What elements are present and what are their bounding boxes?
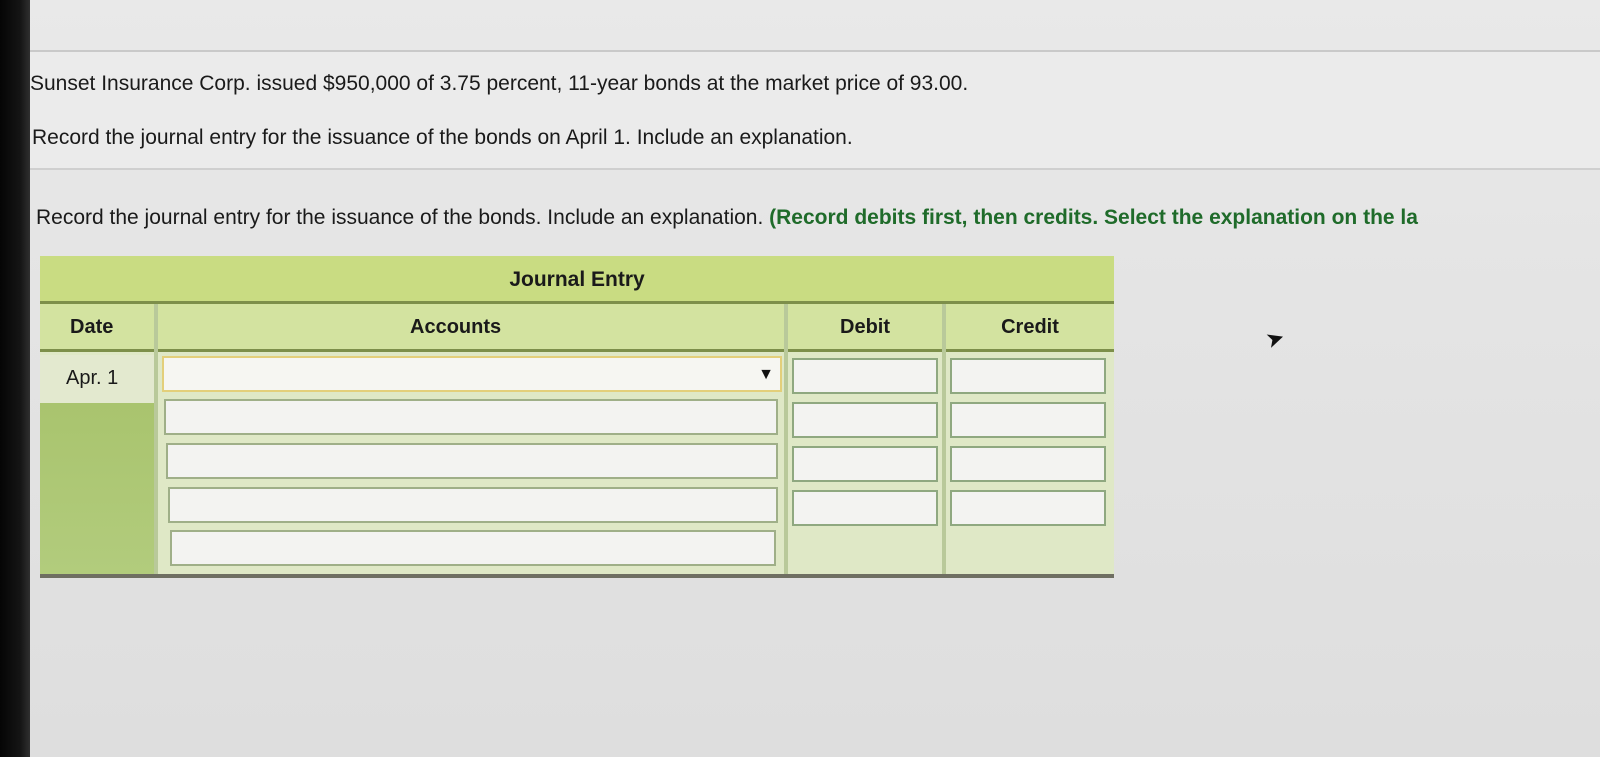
instruction-highlight: (Record debits first, then credits. Sele…: [769, 206, 1418, 229]
account-input-row-2[interactable]: [164, 399, 778, 435]
column-separator: [942, 304, 946, 578]
debit-input-row-3[interactable]: [792, 446, 938, 482]
header-accounts: Accounts: [158, 304, 784, 352]
credit-input-row-2[interactable]: [950, 402, 1106, 438]
mouse-pointer-icon: ➤: [1262, 323, 1288, 354]
instruction-text: Record the journal entry for the issuanc…: [36, 206, 1418, 230]
journal-entry-table: Journal Entry Date Accounts Debit Credit…: [40, 256, 1114, 578]
account-select-row-1[interactable]: ▼: [162, 356, 782, 392]
header-credit: Credit: [946, 304, 1114, 352]
header-debit: Debit: [788, 304, 942, 352]
column-separator: [154, 304, 158, 578]
column-separator: [784, 304, 788, 578]
journal-title: Journal Entry: [40, 256, 1114, 304]
entry-date: Apr. 1: [66, 367, 119, 389]
monitor-bezel: [0, 0, 34, 757]
table-bottom-border: [40, 574, 1114, 578]
credit-input-row-1[interactable]: [950, 358, 1106, 394]
triangle-down-icon[interactable]: ▼: [758, 366, 774, 384]
question-panel: Sunset Insurance Corp. issued $950,000 o…: [30, 52, 1600, 170]
question-task: Record the journal entry for the issuanc…: [32, 126, 853, 149]
instruction-prefix: Record the journal entry for the issuanc…: [36, 206, 770, 229]
header-date: Date: [40, 304, 154, 352]
account-input-row-3[interactable]: [166, 443, 778, 479]
explanation-input[interactable]: [170, 530, 776, 566]
debit-input-row-2[interactable]: [792, 402, 938, 438]
credit-input-row-4[interactable]: [950, 490, 1106, 526]
debit-input-row-4[interactable]: [792, 490, 938, 526]
account-input-row-4[interactable]: [168, 487, 778, 523]
question-text: Sunset Insurance Corp. issued $950,000 o…: [30, 72, 969, 95]
date-column: Apr. 1: [40, 355, 154, 578]
credit-input-row-3[interactable]: [950, 446, 1106, 482]
debit-input-row-1[interactable]: [792, 358, 938, 394]
screen: Sunset Insurance Corp. issued $950,000 o…: [30, 0, 1600, 757]
